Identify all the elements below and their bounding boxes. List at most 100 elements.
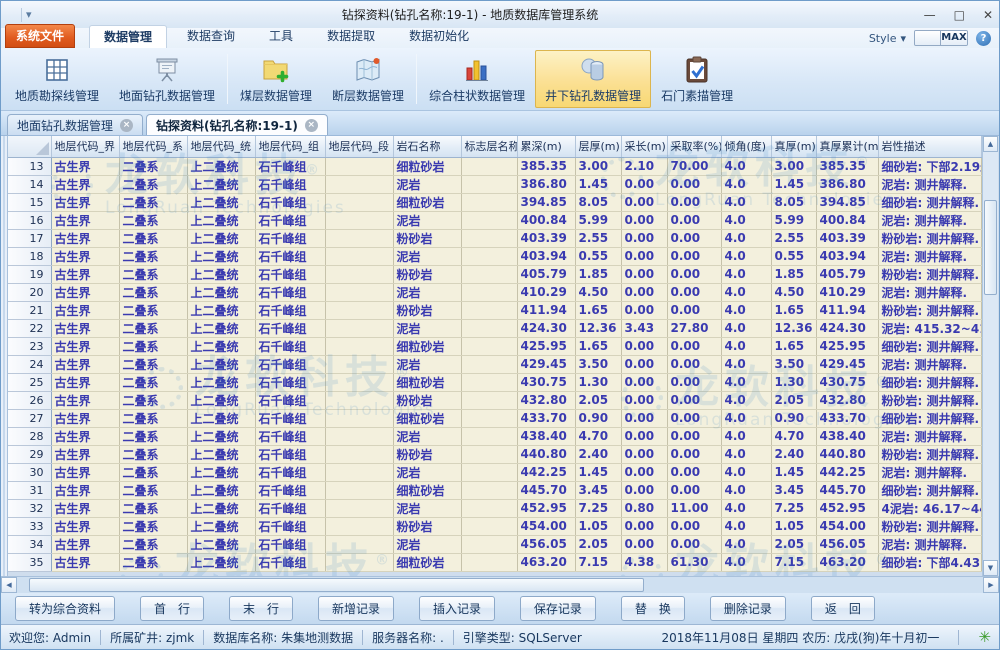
cell-era[interactable]: 古生界 [51, 211, 119, 229]
cell-true-thickness[interactable]: 1.65 [771, 301, 816, 319]
cell-lithology-description[interactable]: 细砂岩: 下部2.19米 [878, 157, 982, 175]
cell-true-thickness[interactable]: 1.05 [771, 517, 816, 535]
cell-formation[interactable]: 石千峰组 [255, 337, 325, 355]
cell-dip-angle[interactable]: 4.0 [721, 373, 771, 391]
cell-lithology-description[interactable]: 泥岩: 测井解释. [878, 355, 982, 373]
select-all-corner[interactable] [8, 136, 51, 157]
action-button[interactable]: 替 换 [621, 596, 685, 621]
horizontal-scrollbar[interactable]: ◀ ▶ [1, 576, 999, 593]
cell-recovery-rate[interactable]: 0.00 [667, 409, 721, 427]
cell-lithology-description[interactable]: 细砂岩: 测井解释. [878, 481, 982, 499]
cell-core-length[interactable]: 0.00 [621, 193, 667, 211]
cell-series[interactable]: 上二叠统 [187, 355, 255, 373]
cell-system[interactable]: 二叠系 [119, 157, 187, 175]
cell-core-length[interactable]: 0.00 [621, 481, 667, 499]
row-number-cell[interactable]: 16 [8, 211, 51, 229]
cell-thickness[interactable]: 0.90 [575, 409, 621, 427]
row-number-cell[interactable]: 23 [8, 337, 51, 355]
cell-marker-bed[interactable] [461, 391, 517, 409]
cell-recovery-rate[interactable]: 70.00 [667, 157, 721, 175]
cell-era[interactable]: 古生界 [51, 247, 119, 265]
cell-member[interactable] [325, 409, 393, 427]
action-button[interactable]: 首 行 [140, 596, 204, 621]
cell-marker-bed[interactable] [461, 373, 517, 391]
cell-lithology-description[interactable]: 细砂岩: 测井解释. [878, 373, 982, 391]
cell-marker-bed[interactable] [461, 283, 517, 301]
cell-marker-bed[interactable] [461, 463, 517, 481]
row-number-cell[interactable]: 20 [8, 283, 51, 301]
action-button[interactable]: 返 回 [811, 596, 875, 621]
close-icon[interactable]: × [120, 119, 133, 132]
cell-member[interactable] [325, 427, 393, 445]
row-number-cell[interactable]: 35 [8, 553, 51, 571]
cell-series[interactable]: 上二叠统 [187, 247, 255, 265]
column-header[interactable]: 倾角(度) [721, 136, 771, 157]
cell-cumulative-depth[interactable]: 456.05 [517, 535, 575, 553]
cell-recovery-rate[interactable]: 0.00 [667, 481, 721, 499]
cell-rock-name[interactable]: 细粒砂岩 [393, 337, 461, 355]
cell-lithology-description[interactable]: 粉砂岩: 测井解释. [878, 391, 982, 409]
cell-era[interactable]: 古生界 [51, 229, 119, 247]
cell-system[interactable]: 二叠系 [119, 247, 187, 265]
cell-core-length[interactable]: 0.00 [621, 373, 667, 391]
cell-marker-bed[interactable] [461, 517, 517, 535]
cell-era[interactable]: 古生界 [51, 283, 119, 301]
toolbar-button-fault-data[interactable]: 断层数据管理 [322, 50, 414, 108]
cell-series[interactable]: 上二叠统 [187, 265, 255, 283]
cell-true-thickness-cum[interactable]: 394.85 [816, 193, 878, 211]
cell-rock-name[interactable]: 细粒砂岩 [393, 409, 461, 427]
cell-true-thickness-cum[interactable]: 424.30 [816, 319, 878, 337]
cell-recovery-rate[interactable]: 0.00 [667, 535, 721, 553]
cell-core-length[interactable]: 0.00 [621, 283, 667, 301]
cell-cumulative-depth[interactable]: 438.40 [517, 427, 575, 445]
cell-cumulative-depth[interactable]: 463.20 [517, 553, 575, 571]
row-number-cell[interactable]: 24 [8, 355, 51, 373]
cell-true-thickness-cum[interactable]: 411.94 [816, 301, 878, 319]
cell-lithology-description[interactable]: 泥岩: 测井解释. [878, 175, 982, 193]
cell-lithology-description[interactable]: 泥岩: 测井解释. [878, 283, 982, 301]
cell-system[interactable]: 二叠系 [119, 553, 187, 571]
cell-marker-bed[interactable] [461, 499, 517, 517]
cell-core-length[interactable]: 0.00 [621, 391, 667, 409]
cell-lithology-description[interactable]: 细砂岩: 下部4.43m [878, 553, 982, 571]
cell-member[interactable] [325, 229, 393, 247]
scroll-right-icon[interactable]: ▶ [983, 577, 999, 593]
cell-core-length[interactable]: 0.00 [621, 409, 667, 427]
cell-rock-name[interactable]: 泥岩 [393, 319, 461, 337]
cell-formation[interactable]: 石千峰组 [255, 211, 325, 229]
cell-recovery-rate[interactable]: 0.00 [667, 175, 721, 193]
cell-era[interactable]: 古生界 [51, 553, 119, 571]
cell-series[interactable]: 上二叠统 [187, 427, 255, 445]
cell-lithology-description[interactable]: 细砂岩: 测井解释. [878, 193, 982, 211]
tab-surface-borehole-management[interactable]: 地面钻孔数据管理 × [7, 114, 143, 135]
cell-thickness[interactable]: 0.55 [575, 247, 621, 265]
cell-dip-angle[interactable]: 4.0 [721, 355, 771, 373]
row-number-cell[interactable]: 21 [8, 301, 51, 319]
cell-true-thickness[interactable]: 3.45 [771, 481, 816, 499]
cell-recovery-rate[interactable]: 0.00 [667, 427, 721, 445]
system-file-button[interactable]: 系统文件 [5, 24, 75, 48]
cell-true-thickness[interactable]: 1.30 [771, 373, 816, 391]
cell-dip-angle[interactable]: 4.0 [721, 391, 771, 409]
cell-marker-bed[interactable] [461, 445, 517, 463]
cell-lithology-description[interactable]: 4泥岩: 46.17~446. [878, 499, 982, 517]
cell-recovery-rate[interactable]: 0.00 [667, 391, 721, 409]
cell-cumulative-depth[interactable]: 394.85 [517, 193, 575, 211]
cell-true-thickness-cum[interactable]: 456.05 [816, 535, 878, 553]
cell-true-thickness[interactable]: 1.45 [771, 175, 816, 193]
chevron-down-icon[interactable]: ▾ [26, 8, 32, 21]
cell-dip-angle[interactable]: 4.0 [721, 427, 771, 445]
cell-member[interactable] [325, 517, 393, 535]
action-button[interactable]: 末 行 [229, 596, 293, 621]
horizontal-scroll-thumb[interactable] [29, 578, 644, 592]
cell-dip-angle[interactable]: 4.0 [721, 499, 771, 517]
cell-marker-bed[interactable] [461, 535, 517, 553]
cell-series[interactable]: 上二叠统 [187, 391, 255, 409]
cell-era[interactable]: 古生界 [51, 373, 119, 391]
cell-true-thickness[interactable]: 4.70 [771, 427, 816, 445]
cell-recovery-rate[interactable]: 0.00 [667, 283, 721, 301]
cell-era[interactable]: 古生界 [51, 535, 119, 553]
cell-rock-name[interactable]: 细粒砂岩 [393, 193, 461, 211]
cell-true-thickness[interactable]: 0.55 [771, 247, 816, 265]
cell-member[interactable] [325, 373, 393, 391]
